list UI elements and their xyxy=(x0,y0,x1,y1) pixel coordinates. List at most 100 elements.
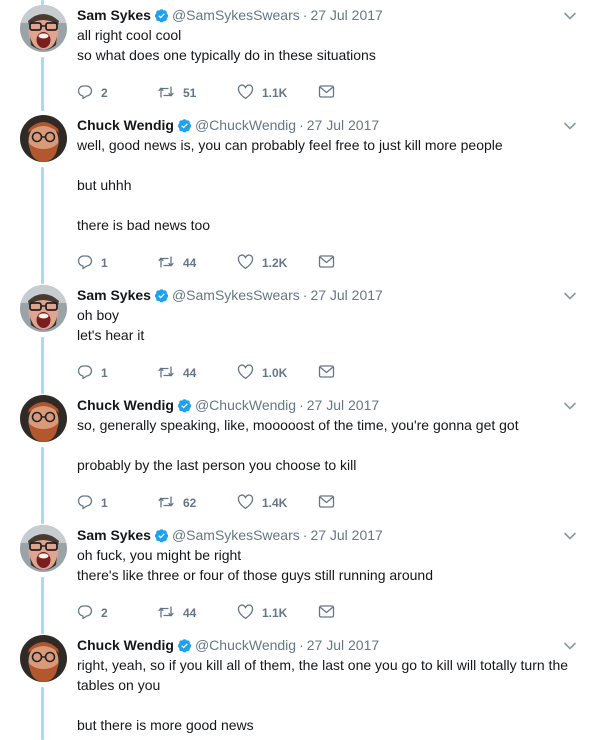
chevron-down-icon[interactable] xyxy=(563,529,577,543)
direct-message-button[interactable] xyxy=(318,493,335,513)
separator-dot: · xyxy=(302,527,308,543)
tweet-text-line xyxy=(77,195,582,215)
chevron-down-icon[interactable] xyxy=(563,399,577,413)
reply-icon xyxy=(77,364,93,383)
sam-avatar[interactable] xyxy=(20,285,67,332)
retweet-button[interactable]: 51 xyxy=(157,83,196,103)
tweet-actions: 1 44 1.0K xyxy=(77,363,337,383)
tweet-text-line: but there is more good news xyxy=(77,717,254,733)
tweet-actions: 1 44 1.2K xyxy=(77,253,337,273)
display-name[interactable]: Sam Sykes xyxy=(77,527,151,543)
separator-dot: · xyxy=(302,7,308,23)
sam-avatar[interactable] xyxy=(20,525,67,572)
display-name[interactable]: Chuck Wendig xyxy=(77,397,174,413)
retweet-button[interactable]: 44 xyxy=(157,363,196,383)
reply-button[interactable]: 1 xyxy=(77,363,108,383)
retweet-count: 62 xyxy=(183,496,197,510)
display-name[interactable]: Sam Sykes xyxy=(77,7,151,23)
tweet-date[interactable]: 27 Jul 2017 xyxy=(310,7,382,23)
reply-count: 1 xyxy=(101,496,108,510)
separator-dot: · xyxy=(299,117,304,133)
user-handle[interactable]: @ChuckWendig xyxy=(195,397,296,413)
tweet-text: oh boy let's hear it xyxy=(77,305,582,345)
chuck-avatar[interactable] xyxy=(20,115,67,162)
tweet-actions: 1 62 1.4K xyxy=(77,493,337,513)
envelope-icon xyxy=(318,84,335,102)
sam-avatar[interactable] xyxy=(20,5,67,52)
direct-message-button[interactable] xyxy=(318,253,335,273)
retweet-button[interactable]: 62 xyxy=(157,493,196,513)
tweet-text-line: tables on you xyxy=(77,677,161,693)
reply-icon xyxy=(77,254,93,273)
tweet-text-line xyxy=(77,695,582,715)
chuck-avatar[interactable] xyxy=(20,635,67,682)
tweet-text-line: so what does one typically do in these s… xyxy=(77,47,376,63)
user-handle[interactable]: @ChuckWendig xyxy=(195,637,296,653)
reply-button[interactable]: 1 xyxy=(77,253,108,273)
separator-dot: · xyxy=(299,397,304,413)
display-name[interactable]: Chuck Wendig xyxy=(77,117,174,133)
heart-icon xyxy=(237,493,254,513)
direct-message-button[interactable] xyxy=(318,603,335,623)
tweet-text: right, yeah, so if you kill all of them,… xyxy=(77,655,582,735)
heart-icon xyxy=(237,603,254,623)
reply-count: 2 xyxy=(101,606,108,620)
tweet-date[interactable]: 27 Jul 2017 xyxy=(307,117,379,133)
retweet-count: 44 xyxy=(183,256,197,270)
thread-line xyxy=(41,57,44,111)
reply-icon xyxy=(77,604,93,623)
envelope-icon xyxy=(318,604,335,622)
tweet-date[interactable]: 27 Jul 2017 xyxy=(307,397,379,413)
reply-button[interactable]: 2 xyxy=(77,603,108,623)
reply-button[interactable]: 2 xyxy=(77,83,108,103)
user-handle[interactable]: @SamSykesSwears xyxy=(172,287,300,303)
heart-icon xyxy=(237,83,254,103)
like-button[interactable]: 1.1K xyxy=(237,83,287,103)
tweet-header: Sam Sykes @SamSykesSwears · 27 Jul 2017 xyxy=(77,525,383,545)
display-name[interactable]: Chuck Wendig xyxy=(77,637,174,653)
chevron-down-icon[interactable] xyxy=(563,119,577,133)
tweet-text-line: oh boy xyxy=(77,307,120,323)
retweet-count: 44 xyxy=(183,606,197,620)
like-button[interactable]: 1.4K xyxy=(237,493,287,513)
tweet-text-line: so, generally speaking, like, mooooost o… xyxy=(77,417,519,433)
display-name[interactable]: Sam Sykes xyxy=(77,287,151,303)
chevron-down-icon[interactable] xyxy=(563,9,577,23)
tweet-date[interactable]: 27 Jul 2017 xyxy=(307,637,379,653)
tweet-text-line: probably by the last person you choose t… xyxy=(77,457,357,473)
separator-dot: · xyxy=(299,637,304,653)
reply-count: 2 xyxy=(101,86,108,100)
heart-icon xyxy=(237,363,254,383)
reply-count: 1 xyxy=(101,256,108,270)
tweet-text-line: let's hear it xyxy=(77,327,145,343)
retweet-button[interactable]: 44 xyxy=(157,603,196,623)
separator-dot: · xyxy=(302,287,308,303)
user-handle[interactable]: @ChuckWendig xyxy=(195,117,296,133)
tweet-text-line xyxy=(77,435,582,455)
direct-message-button[interactable] xyxy=(318,83,335,103)
tweet-date[interactable]: 27 Jul 2017 xyxy=(310,527,382,543)
reply-button[interactable]: 1 xyxy=(77,493,108,513)
tweet-text-line: oh fuck, you might be right xyxy=(77,547,242,563)
tweet-text-line: right, yeah, so if you kill all of them,… xyxy=(77,657,569,673)
tweet-text-line: there's like three or four of those guys… xyxy=(77,567,433,583)
thread-line xyxy=(41,687,44,740)
like-button[interactable]: 1.0K xyxy=(237,363,287,383)
like-button[interactable]: 1.1K xyxy=(237,603,287,623)
tweet-text-line: well, good news is, you can probably fee… xyxy=(77,137,503,153)
retweet-count: 44 xyxy=(183,366,197,380)
tweet-date[interactable]: 27 Jul 2017 xyxy=(310,287,382,303)
thread-line xyxy=(41,337,44,394)
like-button[interactable]: 1.2K xyxy=(237,253,287,273)
direct-message-button[interactable] xyxy=(318,363,335,383)
user-handle[interactable]: @SamSykesSwears xyxy=(172,7,300,23)
conversation-thread: Sam Sykes @SamSykesSwears · 27 Jul 2017 all … xyxy=(0,0,597,740)
envelope-icon xyxy=(318,254,335,272)
chevron-down-icon[interactable] xyxy=(563,639,577,653)
tweet-header: Sam Sykes @SamSykesSwears · 27 Jul 2017 xyxy=(77,5,383,25)
retweet-button[interactable]: 44 xyxy=(157,253,196,273)
thread-line xyxy=(41,577,44,634)
chuck-avatar[interactable] xyxy=(20,395,67,442)
user-handle[interactable]: @SamSykesSwears xyxy=(172,527,300,543)
chevron-down-icon[interactable] xyxy=(563,289,577,303)
